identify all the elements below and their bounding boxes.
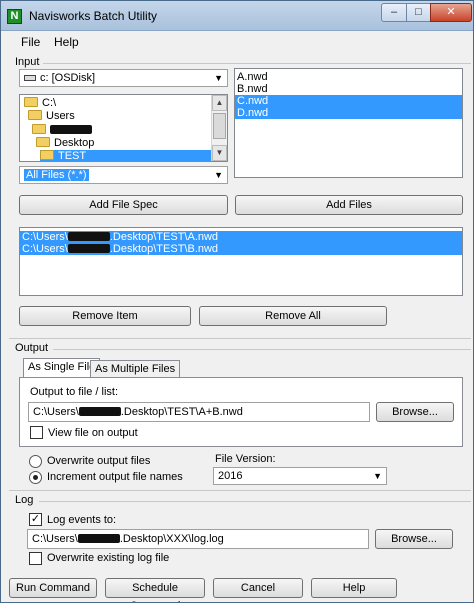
overwrite-log-checkbox[interactable] <box>29 552 42 565</box>
file-version-select[interactable]: 2016 ▼ <box>213 467 387 485</box>
help-button[interactable]: Help <box>311 578 397 598</box>
folder-open-icon <box>40 150 54 160</box>
redacted-username <box>78 407 121 416</box>
scroll-down-icon[interactable]: ▼ <box>212 145 227 161</box>
file-list-item-selected[interactable]: C.nwd <box>235 95 462 107</box>
tree-item-label: TEST <box>58 150 87 162</box>
tree-item-label: Desktop <box>54 137 95 149</box>
file-queue-list[interactable]: C:\Users\ .Desktop\TEST\A.nwd C:\Users\ .D… <box>19 227 463 296</box>
overwrite-log-label: Overwrite existing log file <box>47 552 170 564</box>
maximize-button[interactable]: □ <box>406 3 431 22</box>
tree-item-test[interactable]: TEST <box>40 150 214 162</box>
input-group-divider <box>43 63 471 64</box>
title-bar[interactable]: N Navisworks Batch Utility – □ ✕ <box>1 1 473 31</box>
folder-icon <box>24 97 38 107</box>
tree-scrollbar[interactable]: ▲ ▼ <box>211 95 227 161</box>
redacted-username <box>77 534 120 543</box>
schedule-command-button[interactable]: Schedule Command <box>105 578 205 602</box>
file-list-item[interactable]: B.nwd <box>235 83 462 95</box>
increment-names-label: Increment output file names <box>47 471 183 483</box>
log-group-top-divider <box>9 490 471 491</box>
tab-single-file[interactable]: As Single File <box>23 358 101 378</box>
file-version-label: File Version: <box>215 453 276 465</box>
log-path-suffix: .Desktop\XXX\log.log <box>119 533 224 545</box>
chevron-down-icon: ▼ <box>214 73 223 83</box>
tree-item-c-drive[interactable]: C:\ <box>24 97 56 110</box>
file-list-item-selected[interactable]: D.nwd <box>235 107 462 119</box>
folder-icon <box>36 137 50 147</box>
chevron-down-icon: ▼ <box>214 170 223 180</box>
input-group-label: Input <box>15 56 40 68</box>
output-path-prefix: C:\Users\ <box>33 406 79 418</box>
scroll-up-icon[interactable]: ▲ <box>212 95 227 111</box>
single-file-tab-panel: Output to file / list: C:\Users\ .Desktop… <box>19 377 463 447</box>
file-version-value: 2016 <box>218 470 243 482</box>
file-filter-value: All Files (*.*) <box>24 169 89 181</box>
chevron-down-icon: ▼ <box>373 471 382 481</box>
tab-multiple-files[interactable]: As Multiple Files <box>90 360 181 378</box>
window-title: Navisworks Batch Utility <box>29 9 158 23</box>
file-list-item[interactable]: A.nwd <box>235 71 462 83</box>
remove-all-button[interactable]: Remove All <box>199 306 387 326</box>
output-browse-button[interactable]: Browse... <box>376 402 454 422</box>
folder-tree[interactable]: C:\ Users Desktop TEST ▲ ▼ <box>19 94 228 162</box>
output-group-label: Output <box>15 342 49 354</box>
redacted-username <box>50 125 92 134</box>
remove-item-button[interactable]: Remove Item <box>19 306 191 326</box>
log-group-label: Log <box>15 494 34 506</box>
queue-item[interactable]: C:\Users\ .Desktop\TEST\B.nwd <box>20 243 462 255</box>
radio-selected-dot <box>33 475 38 480</box>
tree-item-users[interactable]: Users <box>28 110 75 123</box>
log-events-checkbox[interactable]: ✓ <box>29 513 42 526</box>
menu-bar: File Help <box>1 31 473 53</box>
log-browse-button[interactable]: Browse... <box>375 529 453 549</box>
increment-names-radio[interactable] <box>29 471 42 484</box>
queue-item-prefix: C:\Users\ <box>22 231 68 243</box>
view-file-label: View file on output <box>48 427 138 439</box>
output-path-suffix: .Desktop\TEST\A+B.nwd <box>120 406 243 418</box>
queue-item-suffix: .Desktop\TEST\A.nwd <box>109 231 219 243</box>
file-list[interactable]: A.nwd B.nwd C.nwd D.nwd <box>234 68 463 178</box>
view-file-checkbox[interactable] <box>30 426 43 439</box>
log-path-prefix: C:\Users\ <box>32 533 78 545</box>
minimize-button[interactable]: – <box>381 3 407 22</box>
menu-file[interactable]: File <box>21 35 40 49</box>
output-path-field[interactable]: C:\Users\ .Desktop\TEST\A+B.nwd <box>28 402 370 422</box>
queue-item-prefix: C:\Users\ <box>22 243 68 255</box>
redacted-username <box>67 244 110 253</box>
add-file-spec-button[interactable]: Add File Spec <box>19 195 228 215</box>
queue-item[interactable]: C:\Users\ .Desktop\TEST\A.nwd <box>20 231 462 243</box>
file-filter-select[interactable]: All Files (*.*) ▼ <box>19 166 228 184</box>
folder-icon <box>28 110 42 120</box>
queue-item-suffix: .Desktop\TEST\B.nwd <box>109 243 219 255</box>
scroll-thumb[interactable] <box>213 113 226 139</box>
output-group-divider <box>53 349 471 350</box>
log-group-divider <box>39 501 471 502</box>
log-events-label: Log events to: <box>47 514 117 526</box>
output-group-top-divider <box>9 338 471 339</box>
overwrite-output-label: Overwrite output files <box>47 455 151 467</box>
menu-help[interactable]: Help <box>54 35 79 49</box>
tree-item-user[interactable] <box>32 124 92 137</box>
tree-item-desktop[interactable]: Desktop <box>36 137 94 150</box>
drive-select[interactable]: c: [OSDisk] ▼ <box>19 69 228 87</box>
tree-item-label: C:\ <box>42 97 57 109</box>
drive-select-value: c: [OSDisk] <box>40 72 96 84</box>
tree-item-label: Users <box>46 110 75 122</box>
main-window: N Navisworks Batch Utility – □ ✕ File He… <box>0 0 474 603</box>
navisworks-app-icon: N <box>7 9 22 24</box>
log-path-field[interactable]: C:\Users\ .Desktop\XXX\log.log <box>27 529 369 549</box>
folder-icon <box>32 124 46 134</box>
add-files-button[interactable]: Add Files <box>235 195 463 215</box>
overwrite-output-radio[interactable] <box>29 455 42 468</box>
run-command-button[interactable]: Run Command <box>9 578 97 598</box>
redacted-username <box>67 232 110 241</box>
cancel-button[interactable]: Cancel <box>213 578 303 598</box>
disk-drive-icon <box>24 75 36 81</box>
close-button[interactable]: ✕ <box>430 3 472 22</box>
output-to-label: Output to file / list: <box>30 386 119 398</box>
